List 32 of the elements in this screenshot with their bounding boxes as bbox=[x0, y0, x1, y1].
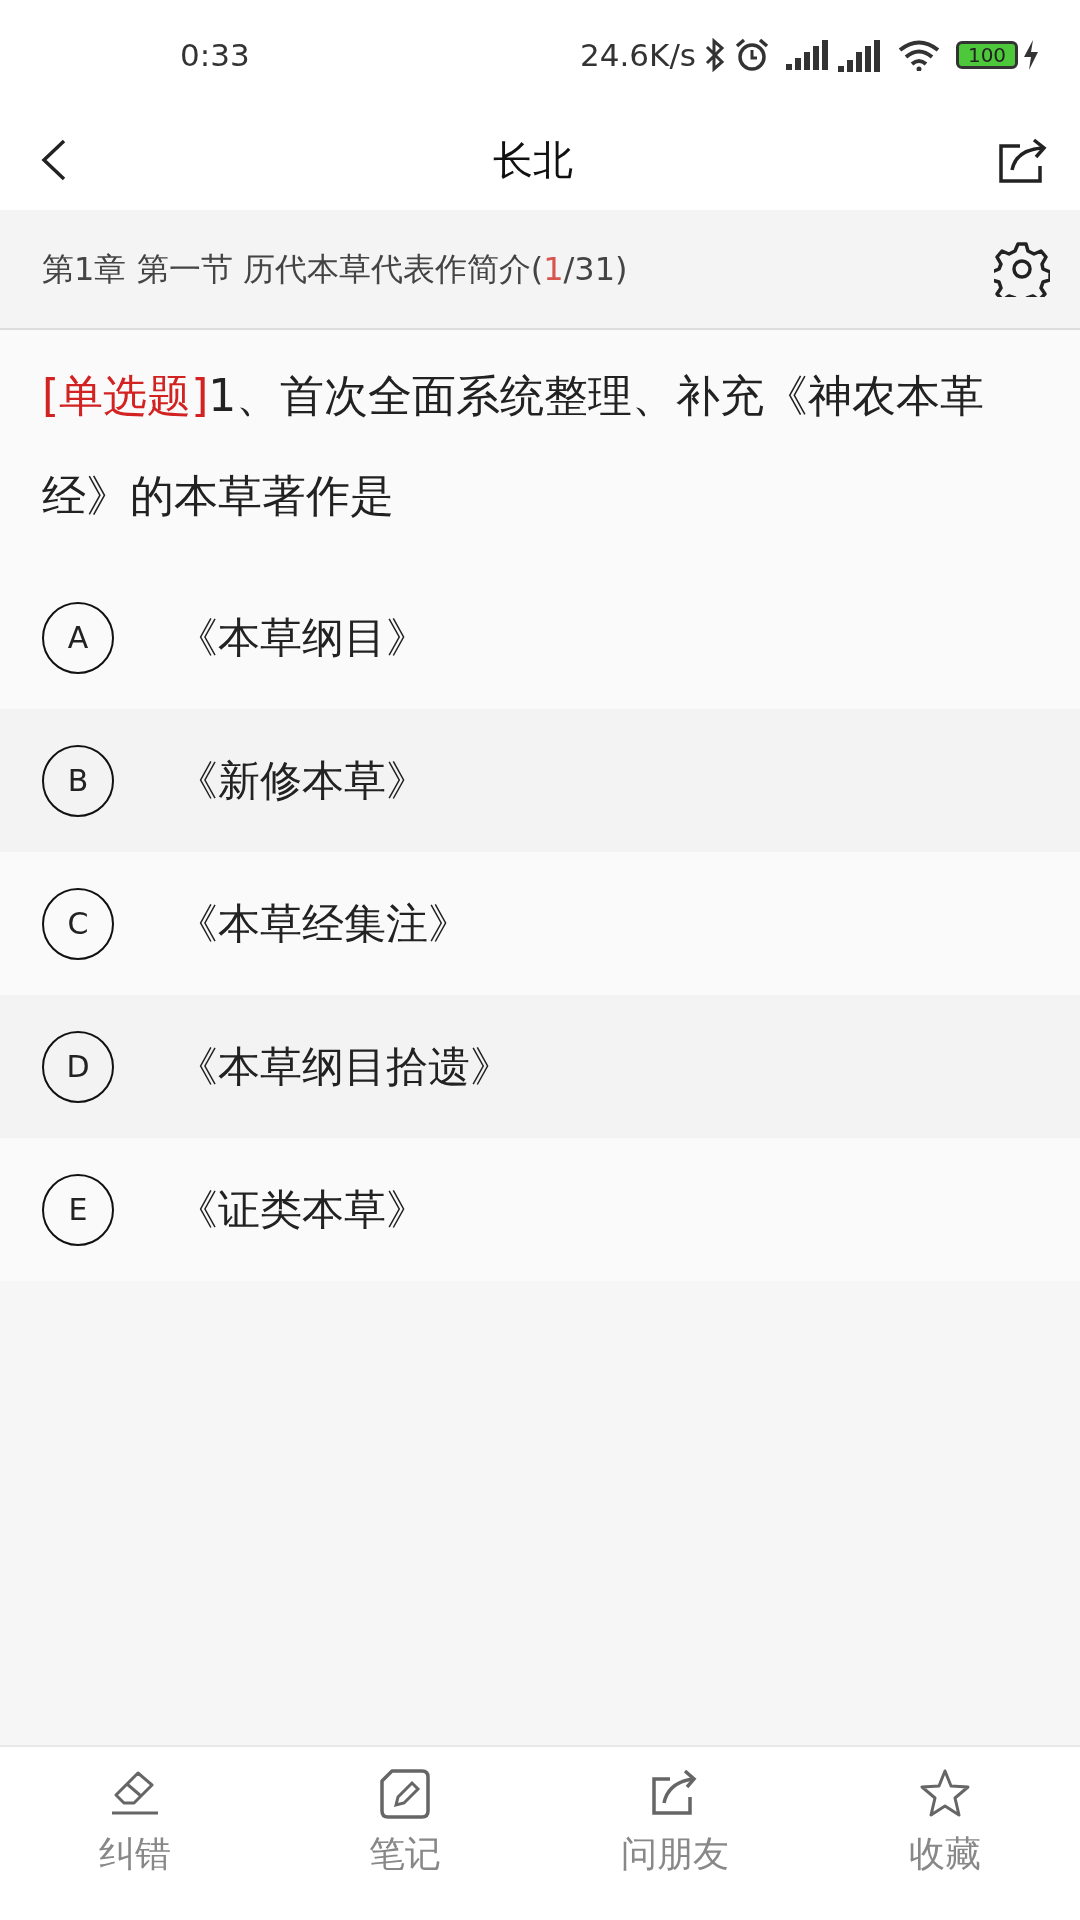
toolbar-label[interactable]: 问朋友 bbox=[621, 1827, 729, 1881]
option-letter: B bbox=[42, 744, 114, 817]
signal-icon bbox=[786, 40, 830, 70]
option-letter: D bbox=[42, 1030, 114, 1103]
bluetooth-icon bbox=[704, 38, 726, 72]
network-speed: 24.6K/s bbox=[580, 35, 696, 75]
clock-time: 0:33 bbox=[180, 35, 250, 75]
back-icon[interactable] bbox=[40, 138, 68, 182]
answer-option[interactable]: C 《本草经集注》 bbox=[0, 852, 1080, 995]
answer-option[interactable]: E 《证类本草》 bbox=[0, 1138, 1080, 1281]
option-text: 《本草经集注》 bbox=[176, 898, 470, 950]
option-text: 《本草纲目拾遗》 bbox=[176, 1041, 512, 1093]
settings-icon[interactable] bbox=[994, 241, 1050, 297]
question-text: [单选题]1、首次全面系统整理、补充《神农本革经》的本草著作是 bbox=[42, 370, 985, 521]
toolbar-label[interactable]: 收藏 bbox=[909, 1827, 981, 1881]
wifi-icon bbox=[898, 39, 940, 71]
chapter-title: 第1章 第一节 历代本草代表作简介(1/31) bbox=[42, 249, 628, 290]
note-icon[interactable] bbox=[378, 1767, 432, 1821]
alarm-icon bbox=[734, 37, 770, 73]
option-letter: C bbox=[42, 887, 114, 960]
option-letter: A bbox=[42, 601, 114, 674]
option-text: 《证类本草》 bbox=[176, 1184, 428, 1236]
charging-icon bbox=[1022, 40, 1040, 70]
option-letter: E bbox=[42, 1173, 114, 1246]
signal-icon bbox=[838, 38, 882, 72]
option-text: 《新修本草》 bbox=[176, 755, 428, 807]
toolbar-label[interactable]: 笔记 bbox=[369, 1827, 441, 1881]
battery-icon: 100 bbox=[956, 41, 1018, 69]
answer-option[interactable]: A 《本草纲目》 bbox=[0, 566, 1080, 709]
page-title: 长北 bbox=[493, 137, 573, 183]
option-text: 《本草纲目》 bbox=[176, 612, 428, 664]
toolbar-label[interactable]: 纠错 bbox=[99, 1827, 171, 1881]
